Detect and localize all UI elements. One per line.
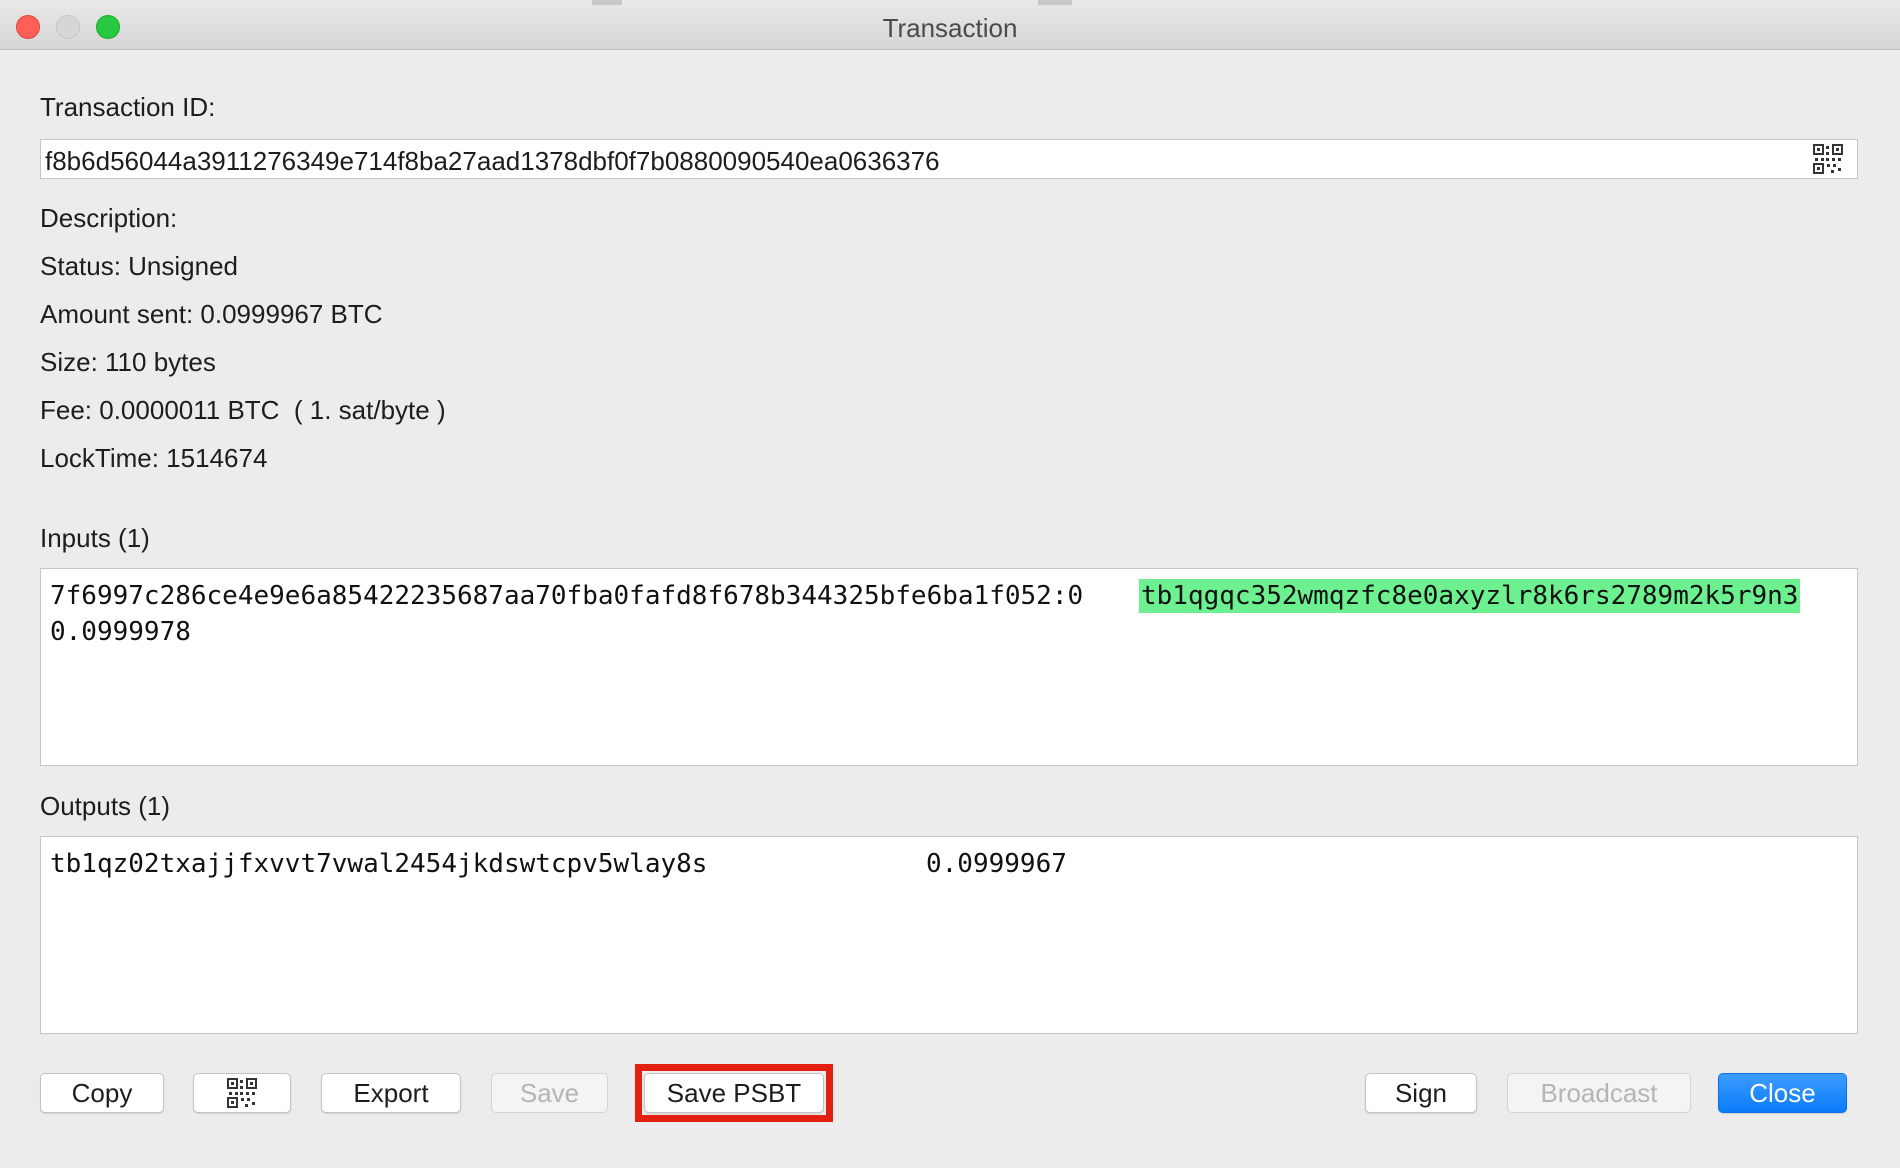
size-label: Size: 110 bytes: [40, 347, 216, 377]
close-button[interactable]: Close: [1718, 1073, 1847, 1113]
title-bar-tab-edge-right: [1038, 0, 1072, 5]
status-label: Status: Unsigned: [40, 251, 239, 281]
locktime-label: LockTime: 1514674: [40, 443, 268, 473]
txid-value[interactable]: f8b6d56044a3911276349e714f8ba27aad1378db…: [45, 146, 940, 177]
description-label: Description:: [40, 203, 178, 233]
inputs-panel[interactable]: 7f6997c286ce4e9e6a85422235687aa70fba0faf…: [40, 568, 1858, 766]
outputs-label: Outputs (1): [40, 791, 171, 821]
output-address[interactable]: tb1qz02txajjfxvvt7vwal2454jkdswtcpv5wlay…: [50, 849, 707, 879]
qr-code-icon[interactable]: [1813, 144, 1843, 174]
save-button[interactable]: Save: [491, 1073, 608, 1113]
txid-field[interactable]: f8b6d56044a3911276349e714f8ba27aad1378db…: [40, 139, 1858, 179]
window-title: Transaction: [882, 13, 1018, 43]
export-button[interactable]: Export: [321, 1073, 461, 1113]
broadcast-button[interactable]: Broadcast: [1507, 1073, 1691, 1113]
txid-label: Transaction ID:: [40, 92, 216, 122]
copy-button[interactable]: Copy: [40, 1073, 164, 1113]
qr-code-button[interactable]: [193, 1073, 291, 1113]
fee-label: Fee: 0.0000011 BTC ( 1. sat/byte ): [40, 395, 446, 425]
input-outpoint[interactable]: 7f6997c286ce4e9e6a85422235687aa70fba0faf…: [50, 581, 1083, 611]
title-bar: Transaction: [0, 0, 1900, 50]
output-amount[interactable]: 0.0999967: [926, 849, 1067, 879]
input-address[interactable]: tb1qgqc352wmqzfc8e0axyzlr8k6rs2789m2k5r9…: [1139, 579, 1801, 613]
amount-sent-label: Amount sent: 0.0999967 BTC: [40, 299, 383, 329]
title-bar-tab-edge-left: [592, 0, 622, 5]
sign-button[interactable]: Sign: [1365, 1073, 1477, 1113]
inputs-label: Inputs (1): [40, 523, 150, 553]
transaction-window: Transaction Transaction ID: f8b6d56044a3…: [0, 0, 1900, 1168]
qr-code-icon: [227, 1078, 257, 1108]
input-amount[interactable]: 0.0999978: [50, 617, 191, 647]
annotation-highlight-box: [635, 1064, 833, 1122]
outputs-panel[interactable]: tb1qz02txajjfxvvt7vwal2454jkdswtcpv5wlay…: [40, 836, 1858, 1034]
